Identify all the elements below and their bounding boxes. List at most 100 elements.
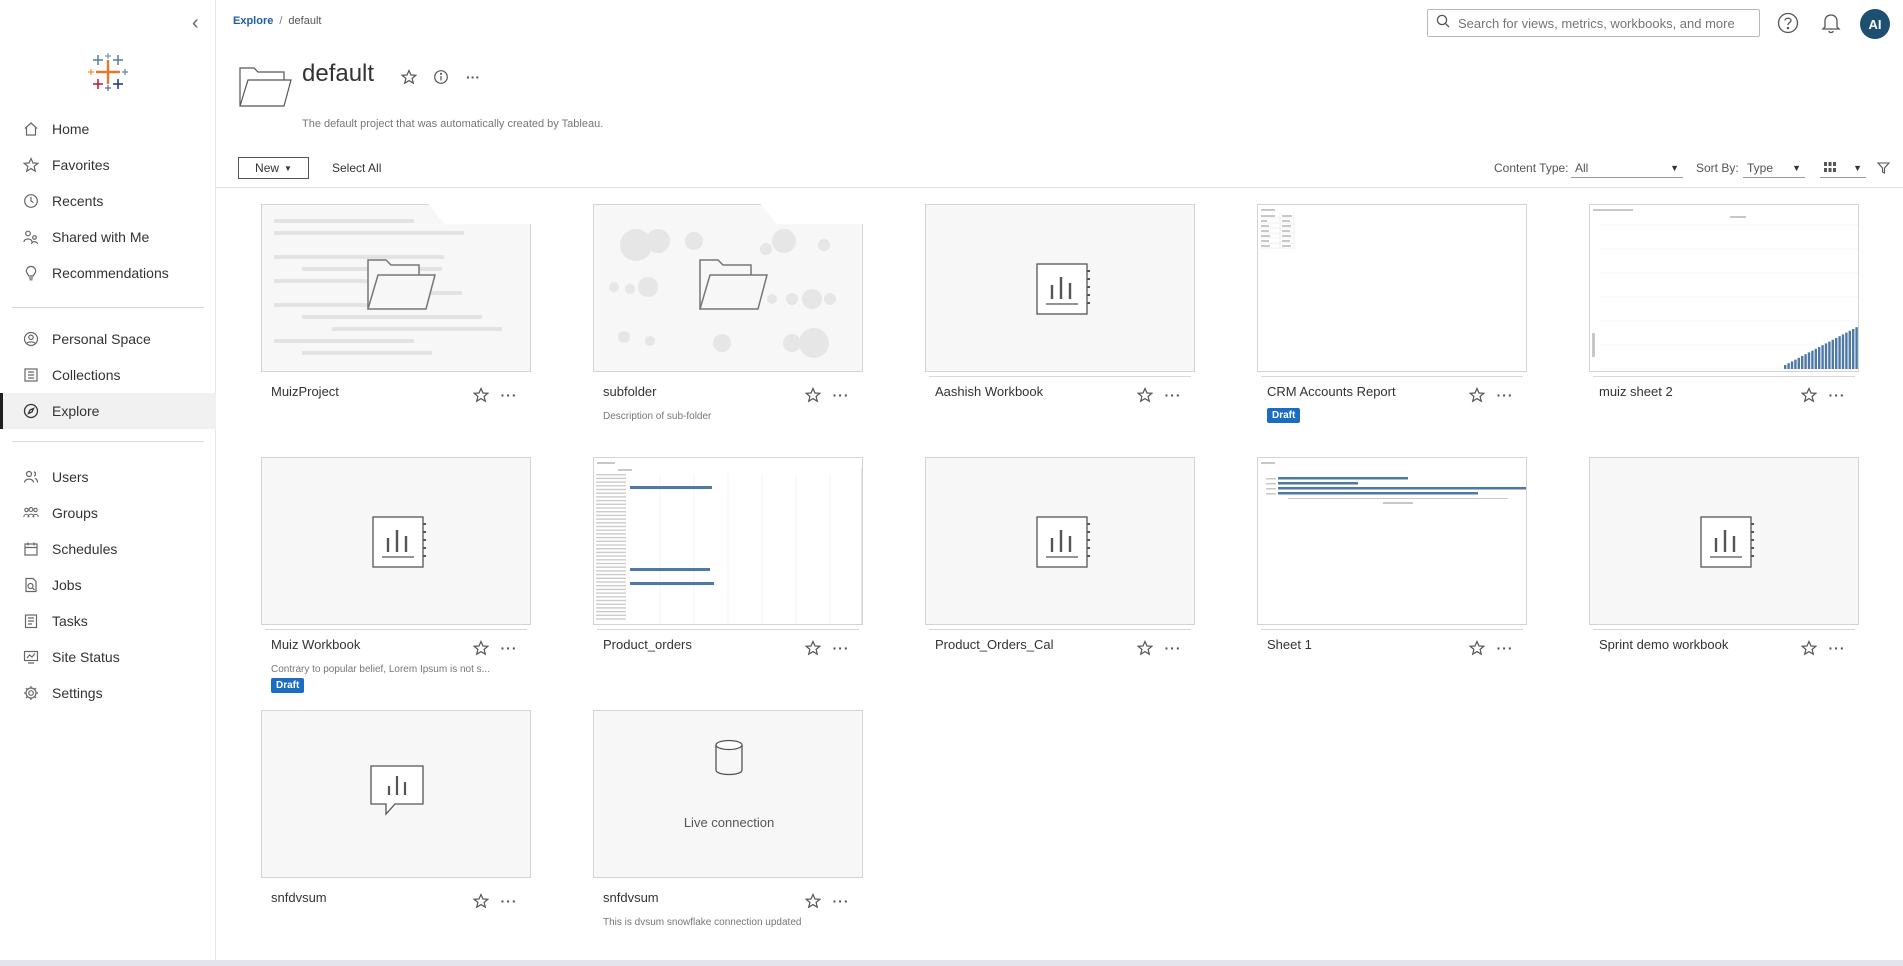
content-type-dropdown[interactable]: All ▼ (1571, 158, 1683, 178)
favorite-star-icon[interactable] (804, 639, 822, 657)
card-title[interactable]: Muiz Workbook (271, 637, 360, 652)
breadcrumb: Explore / default (233, 15, 321, 27)
sidebar-item-users[interactable]: Users (0, 459, 216, 495)
preview-row-label (596, 562, 626, 565)
help-icon[interactable] (1775, 10, 1801, 36)
filter-icon[interactable] (1870, 155, 1896, 181)
favorite-star-icon[interactable] (398, 66, 420, 88)
sidebar-item-label: Recommendations (52, 265, 169, 281)
select-all-button[interactable]: Select All (332, 157, 381, 179)
sort-by-dropdown[interactable]: Type ▼ (1743, 158, 1805, 178)
favorite-star-icon[interactable] (1136, 639, 1154, 657)
workbook-thumbnail[interactable] (925, 457, 1195, 625)
bell-icon[interactable] (1818, 10, 1844, 36)
more-actions-icon[interactable]: ··· (500, 892, 518, 910)
sidebar-item-home[interactable]: Home (0, 111, 216, 147)
card-title[interactable]: snfdvsum (271, 890, 327, 905)
sort-by-value: Type (1747, 160, 1774, 175)
sidebar-item-recents[interactable]: Recents (0, 183, 216, 219)
more-actions-icon[interactable]: ··· (500, 386, 518, 404)
project-thumbnail[interactable] (593, 204, 863, 372)
project-thumbnail[interactable] (261, 204, 531, 372)
more-actions-icon[interactable]: ··· (1828, 639, 1846, 657)
page-title: default (302, 60, 375, 87)
more-actions-icon[interactable]: ··· (1828, 386, 1846, 404)
search-input[interactable] (1458, 15, 1748, 31)
favorite-star-icon[interactable] (1468, 386, 1486, 404)
sidebar-item-shared-with-me[interactable]: Shared with Me (0, 219, 216, 255)
card-title[interactable]: CRM Accounts Report (1267, 384, 1396, 399)
new-button[interactable]: New ▼ (238, 157, 309, 179)
favorite-star-icon[interactable] (1800, 386, 1818, 404)
preview-bar (1845, 332, 1848, 369)
metric-thumbnail[interactable] (261, 710, 531, 878)
collapse-sidebar-icon[interactable]: ‹ (192, 13, 208, 33)
favorite-star-icon[interactable] (1468, 639, 1486, 657)
sidebar-item-collections[interactable]: Collections (0, 357, 216, 393)
sidebar-item-schedules[interactable]: Schedules (0, 531, 216, 567)
workbook-thumbnail[interactable] (593, 457, 863, 625)
preview-bar (1838, 336, 1841, 369)
more-actions-icon[interactable]: ··· (462, 66, 484, 88)
preview-row-label (596, 596, 626, 598)
view-mode-dropdown[interactable]: ▼ (1820, 158, 1866, 178)
sidebar-item-groups[interactable]: Groups (0, 495, 216, 531)
card-title[interactable]: subfolder (603, 384, 656, 399)
sidebar-item-explore[interactable]: Explore (0, 393, 216, 429)
sidebar-item-label: Jobs (52, 577, 82, 593)
avatar[interactable]: AI (1860, 9, 1890, 39)
card-title[interactable]: muiz sheet 2 (1599, 384, 1673, 399)
more-actions-icon[interactable]: ··· (1164, 639, 1182, 657)
sidebar-item-site-status[interactable]: Site Status (0, 639, 216, 675)
sidebar-item-favorites[interactable]: Favorites (0, 147, 216, 183)
favorite-star-icon[interactable] (1136, 386, 1154, 404)
preview-row-label (596, 577, 626, 579)
card-title[interactable]: Sprint demo workbook (1599, 637, 1728, 652)
preview-row-label (596, 477, 626, 480)
search-box[interactable] (1427, 9, 1760, 37)
card-title[interactable]: Product_orders (603, 637, 692, 652)
card-title[interactable]: MuizProject (271, 384, 339, 399)
datasource-thumbnail[interactable]: Live connection (593, 710, 863, 878)
sidebar-item-recommendations[interactable]: Recommendations (0, 255, 216, 291)
favorite-star-icon[interactable] (1800, 639, 1818, 657)
workbook-thumbnail[interactable] (925, 204, 1195, 372)
preview-row-label (596, 514, 626, 517)
breadcrumb-explore-link[interactable]: Explore (233, 15, 273, 27)
more-actions-icon[interactable]: ··· (832, 639, 850, 657)
table-preview (1260, 209, 1295, 249)
live-connection-label: Live connection (683, 815, 775, 830)
workbook-thumbnail[interactable] (1257, 204, 1527, 372)
preview-row-label (596, 540, 626, 542)
card-snfdvsum-metric: snfdvsum ··· (261, 710, 531, 909)
favorite-star-icon[interactable] (472, 639, 490, 657)
favorite-star-icon[interactable] (804, 892, 822, 910)
card-title[interactable]: Product_Orders_Cal (935, 637, 1054, 652)
favorite-star-icon[interactable] (804, 386, 822, 404)
workbook-thumbnail[interactable] (261, 457, 531, 625)
sidebar-item-label: Explore (52, 403, 100, 419)
more-actions-icon[interactable]: ··· (500, 639, 518, 657)
more-actions-icon[interactable]: ··· (1164, 386, 1182, 404)
preview-row-label (596, 485, 626, 487)
preview-bar (1278, 492, 1478, 495)
more-actions-icon[interactable]: ··· (832, 386, 850, 404)
workbook-thumbnail[interactable] (1589, 204, 1859, 372)
card-description: This is dvsum snowflake connection updat… (603, 917, 802, 928)
sidebar-item-jobs[interactable]: Jobs (0, 567, 216, 603)
sidebar-item-tasks[interactable]: Tasks (0, 603, 216, 639)
sidebar-item-settings[interactable]: Settings (0, 675, 216, 711)
card-title[interactable]: Aashish Workbook (935, 384, 1043, 399)
card-title[interactable]: snfdvsum (603, 890, 659, 905)
more-actions-icon[interactable]: ··· (1496, 639, 1514, 657)
workbook-thumbnail[interactable] (1257, 457, 1527, 625)
favorite-star-icon[interactable] (472, 386, 490, 404)
workbook-thumbnail[interactable] (1589, 457, 1859, 625)
more-actions-icon[interactable]: ··· (1496, 386, 1514, 404)
card-title[interactable]: Sheet 1 (1267, 637, 1312, 652)
more-actions-icon[interactable]: ··· (832, 892, 850, 910)
favorite-star-icon[interactable] (472, 892, 490, 910)
sidebar-item-personal-space[interactable]: Personal Space (0, 321, 216, 357)
jobs-icon (22, 576, 40, 594)
info-icon[interactable] (430, 66, 452, 88)
